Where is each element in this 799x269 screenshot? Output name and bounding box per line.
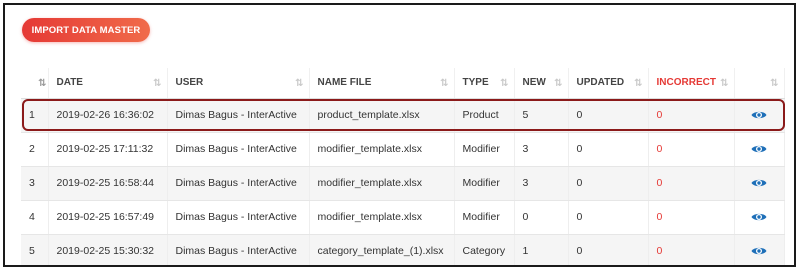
sort-icon[interactable]: ⇅ [770, 78, 779, 89]
import-history-panel: IMPORT DATA MASTER ⇅ DATE ⇅ USER ⇅ NAME FI… [3, 3, 796, 267]
column-header-incorrect[interactable]: INCORRECT ⇅ [648, 68, 735, 99]
eye-icon[interactable] [751, 246, 767, 256]
eye-icon[interactable] [751, 144, 767, 154]
row-user: Dimas Bagus - InterActive [167, 166, 310, 201]
row-date: 2019-02-25 16:58:44 [48, 166, 168, 201]
row-type: Modifier [454, 132, 515, 167]
row-number: 1 [21, 98, 49, 133]
row-user: Dimas Bagus - InterActive [167, 200, 310, 235]
column-header-name-file[interactable]: NAME FILE ⇅ [309, 68, 455, 99]
column-header-action[interactable]: ⇅ [734, 68, 785, 99]
row-new-count: 1 [514, 234, 569, 265]
row-date: 2019-02-26 16:36:02 [48, 98, 168, 133]
sort-icon[interactable]: ⇅ [295, 78, 304, 89]
eye-icon[interactable] [751, 212, 767, 222]
row-user: Dimas Bagus - InterActive [167, 132, 310, 167]
eye-icon[interactable] [751, 178, 767, 188]
sort-icon[interactable]: ⇅ [500, 78, 509, 89]
row-incorrect-count: 0 [648, 234, 735, 265]
row-file-name: modifier_template.xlsx [309, 200, 455, 235]
table-row[interactable]: 4 2019-02-25 16:57:49 Dimas Bagus - Inte… [21, 200, 785, 235]
row-file-name: product_template.xlsx [309, 98, 455, 133]
sort-icon[interactable]: ⇅ [554, 78, 563, 89]
table-row[interactable]: 1 2019-02-26 16:36:02 Dimas Bagus - Inte… [21, 98, 785, 133]
column-header-number[interactable]: ⇅ [21, 68, 49, 99]
row-incorrect-count: 0 [648, 98, 735, 133]
row-action [734, 234, 785, 265]
row-number: 3 [21, 166, 49, 201]
column-header-updated[interactable]: UPDATED ⇅ [568, 68, 649, 99]
row-incorrect-count: 0 [648, 200, 735, 235]
row-type: Product [454, 98, 515, 133]
row-number: 4 [21, 200, 49, 235]
row-date: 2019-02-25 15:30:32 [48, 234, 168, 265]
import-history-table: ⇅ DATE ⇅ USER ⇅ NAME FILE ⇅ TYPE ⇅ NEW ⇅ UPDA… [21, 68, 785, 265]
row-type: Modifier [454, 166, 515, 201]
row-new-count: 0 [514, 200, 569, 235]
column-header-date[interactable]: DATE ⇅ [48, 68, 168, 99]
column-header-new[interactable]: NEW ⇅ [514, 68, 569, 99]
row-updated-count: 0 [568, 166, 649, 201]
row-action [734, 132, 785, 167]
sort-icon[interactable]: ⇅ [153, 78, 162, 89]
row-date: 2019-02-25 17:11:32 [48, 132, 168, 167]
row-file-name: modifier_template.xlsx [309, 166, 455, 201]
row-file-name: category_template_(1).xlsx [309, 234, 455, 265]
eye-icon[interactable] [751, 110, 767, 120]
row-new-count: 3 [514, 132, 569, 167]
table-row[interactable]: 3 2019-02-25 16:58:44 Dimas Bagus - Inte… [21, 166, 785, 201]
table-row[interactable]: 2 2019-02-25 17:11:32 Dimas Bagus - Inte… [21, 132, 785, 167]
row-action [734, 200, 785, 235]
row-incorrect-count: 0 [648, 166, 735, 201]
row-action [734, 98, 785, 133]
row-new-count: 3 [514, 166, 569, 201]
row-type: Category [454, 234, 515, 265]
import-data-master-button[interactable]: IMPORT DATA MASTER [22, 18, 150, 42]
row-type: Modifier [454, 200, 515, 235]
sort-icon[interactable]: ⇅ [440, 78, 449, 89]
row-updated-count: 0 [568, 98, 649, 133]
row-updated-count: 0 [568, 234, 649, 265]
row-user: Dimas Bagus - InterActive [167, 98, 310, 133]
column-header-type[interactable]: TYPE ⇅ [454, 68, 515, 99]
row-file-name: modifier_template.xlsx [309, 132, 455, 167]
row-action [734, 166, 785, 201]
sort-icon[interactable]: ⇅ [720, 78, 729, 89]
table-header-row: ⇅ DATE ⇅ USER ⇅ NAME FILE ⇅ TYPE ⇅ NEW ⇅ UPDA… [21, 68, 785, 99]
row-number: 5 [21, 234, 49, 265]
sort-icon[interactable]: ⇅ [38, 78, 47, 89]
row-new-count: 5 [514, 98, 569, 133]
row-user: Dimas Bagus - InterActive [167, 234, 310, 265]
row-updated-count: 0 [568, 200, 649, 235]
column-header-user[interactable]: USER ⇅ [167, 68, 310, 99]
row-number: 2 [21, 132, 49, 167]
row-updated-count: 0 [568, 132, 649, 167]
table-row[interactable]: 5 2019-02-25 15:30:32 Dimas Bagus - Inte… [21, 234, 785, 265]
row-date: 2019-02-25 16:57:49 [48, 200, 168, 235]
sort-icon[interactable]: ⇅ [634, 78, 643, 89]
row-incorrect-count: 0 [648, 132, 735, 167]
